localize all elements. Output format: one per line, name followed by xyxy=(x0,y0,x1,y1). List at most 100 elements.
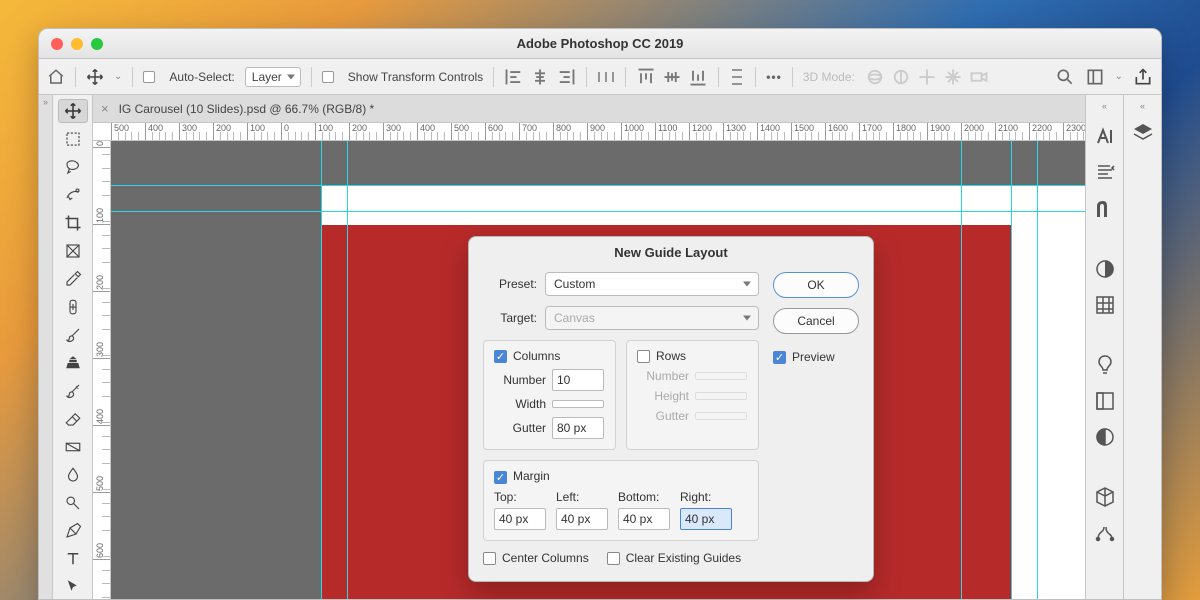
tool-preset-chevron-icon[interactable]: ⌄ xyxy=(114,71,122,82)
healing-brush-tool[interactable] xyxy=(58,295,88,319)
3d-orbit-icon[interactable] xyxy=(865,67,885,87)
columns-checkbox[interactable]: ✓ xyxy=(494,350,507,363)
auto-select-target-dropdown[interactable]: Layer xyxy=(245,67,301,87)
preset-dropdown[interactable]: Custom xyxy=(545,272,759,296)
more-options-icon[interactable]: ••• xyxy=(766,70,782,84)
preset-label: Preset: xyxy=(483,277,537,291)
ruler-tick: 500 xyxy=(93,476,110,493)
3d-pan-icon[interactable] xyxy=(917,67,937,87)
document-tab-title[interactable]: IG Carousel (10 Slides).psd @ 66.7% (RGB… xyxy=(119,102,375,116)
margin-title: Margin xyxy=(513,469,550,483)
center-columns-checkbox[interactable] xyxy=(483,552,496,565)
layers-panel-icon[interactable] xyxy=(1131,121,1155,145)
pen-tool[interactable] xyxy=(58,519,88,543)
align-center-h-icon[interactable] xyxy=(530,67,550,87)
target-dropdown[interactable]: Canvas xyxy=(545,306,759,330)
marquee-tool[interactable] xyxy=(58,127,88,151)
margin-checkbox[interactable]: ✓ xyxy=(494,471,507,484)
guide-horizontal[interactable] xyxy=(111,211,1085,212)
path-selection-tool[interactable] xyxy=(58,575,88,599)
clear-existing-checkbox[interactable] xyxy=(607,552,620,565)
vertical-ruler[interactable]: 0100200300400500600 xyxy=(93,141,111,599)
ok-button[interactable]: OK xyxy=(773,272,859,298)
guide-vertical[interactable] xyxy=(1011,141,1012,599)
align-top-icon[interactable] xyxy=(636,67,656,87)
margin-right-input[interactable]: 40 px xyxy=(680,508,732,530)
guide-vertical[interactable] xyxy=(961,141,962,599)
adjustments-panel-icon[interactable] xyxy=(1093,425,1117,449)
learn-panel-icon[interactable] xyxy=(1093,353,1117,377)
columns-number-input[interactable]: 10 xyxy=(552,369,604,391)
ruler-tick: 0 xyxy=(93,141,110,148)
columns-gutter-input[interactable]: 80 px xyxy=(552,417,604,439)
home-icon[interactable] xyxy=(47,68,65,86)
right-panel-toggle-2[interactable]: « xyxy=(1124,101,1161,113)
rows-checkbox[interactable] xyxy=(637,350,650,363)
margin-bottom-input[interactable]: 40 px xyxy=(618,508,670,530)
search-icon[interactable] xyxy=(1055,67,1075,87)
rows-height-input xyxy=(695,392,747,400)
columns-title: Columns xyxy=(513,349,560,363)
margin-top-input[interactable]: 40 px xyxy=(494,508,546,530)
share-icon[interactable] xyxy=(1133,67,1153,87)
workspace-chevron-icon[interactable]: ⌄ xyxy=(1115,71,1123,82)
align-right-icon[interactable] xyxy=(556,67,576,87)
workspace-switcher-icon[interactable] xyxy=(1085,67,1105,87)
margin-left-input[interactable]: 40 px xyxy=(556,508,608,530)
quick-selection-tool[interactable] xyxy=(58,183,88,207)
distribute-h-icon[interactable] xyxy=(597,69,615,85)
guide-vertical[interactable] xyxy=(1037,141,1038,599)
clone-stamp-tool[interactable] xyxy=(58,351,88,375)
type-tool[interactable] xyxy=(58,547,88,571)
eyedropper-tool[interactable] xyxy=(58,267,88,291)
dodge-tool[interactable] xyxy=(58,491,88,515)
3d-panel-icon[interactable] xyxy=(1093,485,1117,509)
show-transform-checkbox[interactable] xyxy=(322,71,334,83)
ruler-tick: 200 xyxy=(349,123,367,141)
columns-width-input[interactable] xyxy=(552,400,604,408)
crop-tool[interactable] xyxy=(58,211,88,235)
history-brush-tool[interactable] xyxy=(58,379,88,403)
horizontal-ruler[interactable]: 5004003002001000100200300400500600700800… xyxy=(93,123,1085,141)
gradient-tool[interactable] xyxy=(58,435,88,459)
color-panel-icon[interactable] xyxy=(1093,293,1117,317)
left-panel-toggle[interactable]: » xyxy=(39,95,53,599)
margin-group: ✓Margin Top:40 px Left:40 px Bottom:40 p… xyxy=(483,460,759,540)
zoom-window-button[interactable] xyxy=(91,38,103,50)
libraries-panel-icon[interactable] xyxy=(1093,389,1117,413)
ruler-tick: 500 xyxy=(111,123,129,141)
lasso-tool[interactable] xyxy=(58,155,88,179)
paths-panel-icon[interactable] xyxy=(1093,521,1117,545)
cancel-button[interactable]: Cancel xyxy=(773,308,859,334)
rows-gutter-input xyxy=(695,412,747,420)
close-window-button[interactable] xyxy=(51,38,63,50)
align-middle-icon[interactable] xyxy=(662,67,682,87)
3d-roll-icon[interactable] xyxy=(891,67,911,87)
right-panel-toggle[interactable]: « xyxy=(1086,101,1123,113)
glyphs-panel-icon[interactable] xyxy=(1093,197,1117,221)
3d-slide-icon[interactable] xyxy=(943,67,963,87)
minimize-window-button[interactable] xyxy=(71,38,83,50)
swatches-panel-icon[interactable] xyxy=(1093,257,1117,281)
preview-checkbox[interactable]: ✓ xyxy=(773,351,786,364)
close-tab-icon[interactable]: × xyxy=(101,101,109,116)
guide-vertical[interactable] xyxy=(321,141,322,599)
paragraph-panel-icon[interactable] xyxy=(1093,161,1117,185)
ruler-tick: 700 xyxy=(519,123,537,141)
align-left-icon[interactable] xyxy=(504,67,524,87)
rows-group: Rows Number Height Gutter xyxy=(626,340,759,450)
guide-horizontal[interactable] xyxy=(111,185,1085,186)
move-tool-icon[interactable] xyxy=(86,68,104,86)
ruler-tick: 100 xyxy=(315,123,333,141)
character-panel-icon[interactable] xyxy=(1093,125,1117,149)
guide-vertical[interactable] xyxy=(347,141,348,599)
move-tool[interactable] xyxy=(58,99,88,123)
auto-select-checkbox[interactable] xyxy=(143,71,155,83)
3d-camera-icon[interactable] xyxy=(969,67,989,87)
align-bottom-icon[interactable] xyxy=(688,67,708,87)
eraser-tool[interactable] xyxy=(58,407,88,431)
frame-tool[interactable] xyxy=(58,239,88,263)
brush-tool[interactable] xyxy=(58,323,88,347)
distribute-v-icon[interactable] xyxy=(729,68,745,86)
blur-tool[interactable] xyxy=(58,463,88,487)
